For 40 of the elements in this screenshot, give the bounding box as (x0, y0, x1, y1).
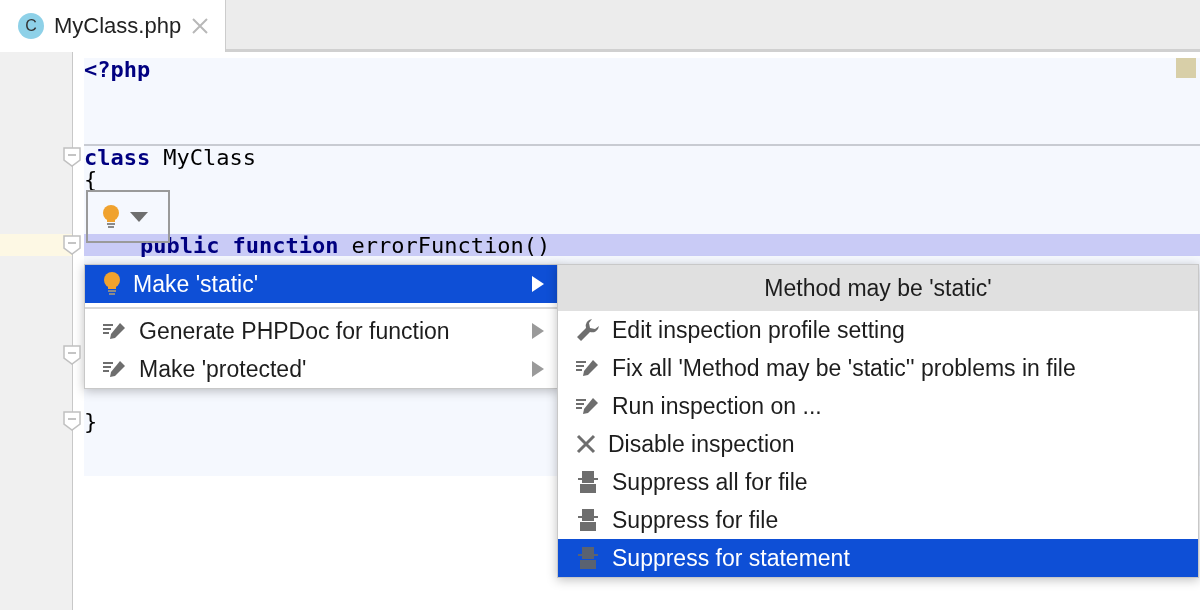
menu-item[interactable]: Fix all 'Method may be 'static'' problems in file (558, 349, 1198, 387)
figure-icon (576, 508, 600, 532)
lightbulb-icon (102, 203, 120, 230)
menu-item[interactable]: Make 'protected' (85, 350, 558, 388)
edit-icon (576, 397, 600, 415)
figure-icon (576, 470, 600, 494)
code-keyword: function (232, 232, 339, 258)
code-keyword: <?php (84, 56, 151, 82)
menu-item[interactable]: Edit inspection profile setting (558, 311, 1198, 349)
edit-icon (576, 359, 600, 377)
edit-icon (103, 322, 127, 340)
edit-icon (103, 360, 127, 378)
menu-item[interactable]: Suppress for file (558, 501, 1198, 539)
menu-item[interactable]: Suppress all for file (558, 463, 1198, 501)
submenu-arrow-icon (532, 361, 544, 377)
wrench-icon (576, 318, 600, 342)
close-icon (576, 434, 596, 454)
code-text: errorFunction() (351, 232, 551, 258)
submenu-title: Method may be 'static' (558, 265, 1198, 311)
code-keyword: class (84, 144, 151, 170)
submenu-arrow-icon (532, 323, 544, 339)
menu-item[interactable]: Generate PHPDoc for function (85, 312, 558, 350)
menu-item[interactable]: Suppress for statement (558, 539, 1198, 577)
menu-item[interactable]: Make 'static' (85, 265, 558, 303)
fold-marker-icon[interactable] (63, 147, 81, 167)
figure-icon (576, 546, 600, 570)
lightbulb-icon (103, 271, 121, 297)
code-text: MyClass (163, 144, 256, 170)
menu-item[interactable]: Run inspection on ... (558, 387, 1198, 425)
close-icon[interactable] (191, 17, 210, 35)
file-tab[interactable]: C MyClass.php (0, 0, 227, 52)
submenu-arrow-icon (532, 276, 544, 292)
fold-marker-icon[interactable] (63, 411, 81, 431)
caret-icon (130, 211, 148, 222)
code-text: } (84, 408, 98, 434)
class-file-icon: C (18, 13, 44, 39)
menu-item[interactable]: Disable inspection (558, 425, 1198, 463)
warning-marker[interactable] (1176, 58, 1196, 78)
fold-marker-icon[interactable] (63, 345, 81, 365)
fold-marker-icon[interactable] (63, 235, 81, 255)
